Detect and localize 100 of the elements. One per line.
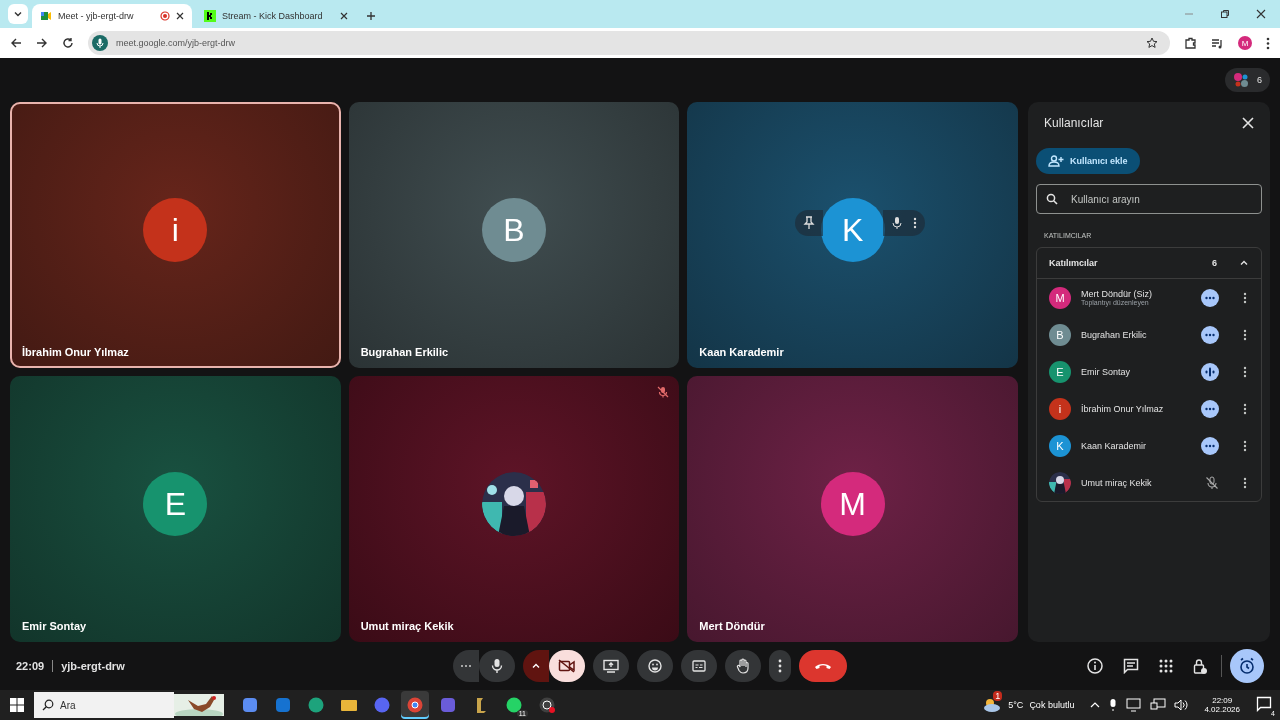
forward-icon[interactable] [36, 37, 48, 49]
phone-icon [814, 662, 832, 670]
participant-name: Emir Sontay [1081, 366, 1132, 377]
close-icon[interactable] [340, 12, 348, 20]
close-icon[interactable] [1256, 9, 1266, 19]
search-icon [1046, 193, 1058, 205]
participants-group-header[interactable]: Katılımcılar 6 [1037, 248, 1261, 279]
pin-button[interactable] [794, 210, 823, 236]
participant-name: Bugrahan Erkilic [360, 346, 449, 358]
app-icon [538, 696, 556, 714]
new-tab-icon[interactable] [366, 11, 376, 21]
emoji-icon [648, 659, 662, 673]
video-camera-icon [40, 10, 52, 22]
camera-button[interactable] [549, 650, 585, 682]
group-title: Katılımcılar [1049, 258, 1099, 268]
avatar: E [143, 472, 208, 536]
browser-tab[interactable]: Meet - yjb-ergt-drw [32, 4, 192, 28]
chevron-down-icon [13, 9, 23, 19]
info-icon[interactable] [1087, 658, 1103, 674]
taskbar-app[interactable] [401, 691, 429, 719]
back-icon[interactable] [10, 37, 22, 49]
avatar: i [143, 198, 208, 262]
more-icon[interactable] [1243, 365, 1247, 378]
more-icon[interactable] [1243, 328, 1247, 341]
cloudy-moon-icon[interactable] [982, 697, 1003, 713]
participant-name: Umut miraç Kekik [360, 620, 454, 632]
captions-button[interactable] [681, 650, 717, 682]
monitor-icon[interactable] [1126, 698, 1143, 712]
camera-icon [558, 659, 576, 673]
chevron-up-icon[interactable] [1090, 701, 1101, 709]
avatar: K [1049, 434, 1071, 457]
participant-name: Mert Döndür [699, 620, 765, 632]
start-icon[interactable] [10, 698, 24, 712]
microphone-button[interactable] [479, 650, 515, 682]
activities-button[interactable] [1230, 649, 1264, 683]
close-icon[interactable] [176, 12, 184, 20]
panel-title: Kullanıcılar [1044, 116, 1104, 130]
more-icon[interactable] [1243, 439, 1247, 452]
meeting-code: yjb-ergt-drw [61, 660, 125, 672]
star-icon[interactable] [1146, 37, 1158, 49]
participants-button[interactable]: 6 [1225, 68, 1270, 92]
participant-name: Mert Döndür (Siz) [1081, 289, 1153, 299]
more-options-button[interactable] [769, 650, 791, 682]
search-icon [42, 699, 54, 711]
network-icon[interactable] [1150, 698, 1167, 712]
avatars-icon [1233, 72, 1249, 88]
app-icon [241, 696, 259, 714]
k-logo-icon [204, 10, 216, 22]
pin-icon [802, 216, 815, 230]
present-button[interactable] [593, 650, 629, 682]
lock-icon[interactable] [1193, 657, 1207, 675]
taskbar-search-field[interactable]: Ara [34, 692, 174, 718]
participant-name: Umut miraç Kekik [1081, 477, 1153, 488]
avatar: K [820, 198, 885, 262]
participant-count: 6 [1212, 258, 1217, 268]
temperature: 5°C [1008, 700, 1024, 710]
more-icon[interactable] [1243, 291, 1247, 304]
participant-name: Kaan Karademir [699, 346, 784, 358]
search-field[interactable]: Kullanıcı arayın [1036, 184, 1262, 214]
restore-icon[interactable] [1220, 9, 1230, 19]
more-icon[interactable] [1243, 402, 1247, 415]
participant-name: İbrahim Onur Yılmaz [1081, 403, 1165, 414]
app-icon [373, 696, 391, 714]
tab-search-button[interactable] [8, 4, 28, 24]
avatar: B [482, 198, 546, 262]
app-icon [439, 696, 457, 714]
microphone-icon[interactable] [890, 216, 903, 230]
address-field[interactable]: meet.google.com/yjb-ergt-drw [88, 31, 1170, 55]
microphone-icon[interactable] [1108, 698, 1119, 712]
meeting-time: 22:09 [16, 660, 45, 672]
raise-hand-button[interactable] [725, 650, 761, 682]
add-people-button[interactable]: Kullanıcı ekle [1036, 148, 1140, 174]
emoji-button[interactable] [637, 650, 673, 682]
avatar: E [1049, 360, 1071, 383]
puzzle-icon[interactable] [1184, 36, 1197, 50]
reload-icon[interactable] [62, 37, 74, 49]
microphone-icon [92, 35, 108, 51]
menu-icon[interactable] [1266, 36, 1270, 50]
media-control-icon[interactable] [1211, 36, 1224, 50]
speaker-icon[interactable] [1174, 698, 1189, 712]
add-person-icon [1048, 155, 1064, 167]
browser-tab[interactable]: Stream - Kick Dashboard [196, 4, 356, 28]
profile-avatar[interactable]: M [1238, 36, 1252, 50]
apps-grid-icon[interactable] [1159, 659, 1173, 673]
weather-condition: Çok bulutlu [1029, 700, 1075, 710]
app-icon [274, 696, 292, 714]
avatar: M [1049, 286, 1071, 309]
more-icon[interactable] [1243, 476, 1247, 489]
app-icon [307, 696, 325, 714]
participant-name: Bugrahan Erkilic [1081, 329, 1148, 340]
alarm-clock-icon [1238, 657, 1256, 675]
notification-icon[interactable] [1256, 696, 1272, 712]
avatar: B [1049, 323, 1071, 346]
more-icon [460, 664, 472, 668]
clock-date[interactable]: 4.02.2026 [1204, 705, 1240, 714]
more-icon[interactable] [912, 217, 917, 229]
chevron-up-icon [531, 661, 541, 671]
chat-icon[interactable] [1123, 658, 1139, 674]
leave-call-button[interactable] [799, 650, 847, 682]
clock-time[interactable]: 22:09 [1212, 696, 1233, 705]
